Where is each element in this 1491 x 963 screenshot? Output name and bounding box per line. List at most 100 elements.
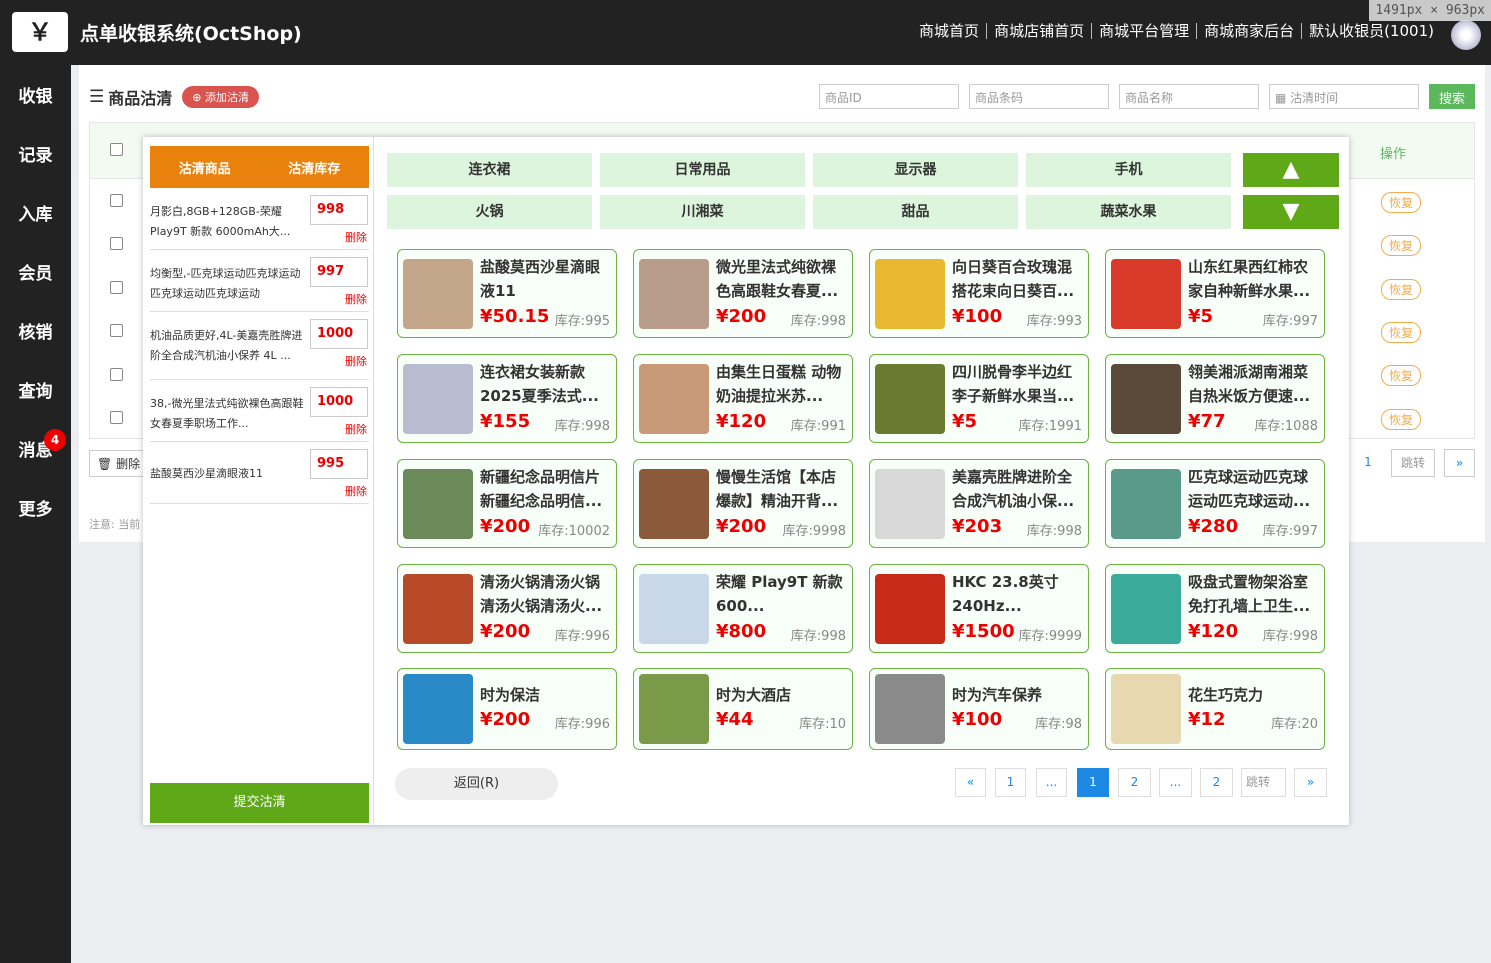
product-card[interactable]: 时为保洁 ¥200 库存:996 [397, 668, 617, 750]
category-tab-hotpot[interactable]: 火锅 [387, 195, 592, 229]
nav-cashier-user[interactable]: 默认收银员(1001) [1301, 23, 1441, 39]
item-qty-input[interactable]: 1000 [310, 387, 368, 417]
product-title: 时为汽车保养 [952, 686, 1043, 704]
page-button[interactable]: 1 [995, 768, 1026, 797]
product-card[interactable]: 荣耀 Play9T 新款 600... ¥800 库存:998 [633, 564, 853, 653]
category-tab-monitor[interactable]: 显示器 [813, 153, 1018, 187]
sidebar-item-records[interactable]: 记录 [0, 124, 71, 183]
restore-button[interactable]: 恢复 [1381, 279, 1422, 300]
panel-divider [373, 137, 374, 825]
select-all-checkbox[interactable] [110, 143, 123, 156]
item-delete-button[interactable]: 删除 [345, 229, 367, 245]
product-price: ¥5 [952, 411, 978, 432]
product-card[interactable]: 新疆纪念品明信片新疆纪念品明信... ¥200 库存:10002 [397, 459, 617, 548]
sidebar-item-messages[interactable]: 消息 4 [0, 419, 71, 478]
sidebar-item-more[interactable]: 更多 [0, 478, 71, 537]
product-title: 由集生日蛋糕 动物奶油提拉米苏... [716, 363, 842, 405]
back-button[interactable]: 返回(R) [395, 768, 558, 800]
page-next-button[interactable]: » [1444, 449, 1475, 477]
page-jump-input[interactable]: 跳转 [1391, 449, 1435, 477]
product-id-input[interactable]: 商品ID [818, 84, 959, 109]
item-qty-input[interactable]: 997 [310, 257, 368, 287]
item-qty-input[interactable]: 1000 [310, 319, 368, 349]
product-card[interactable]: 向日葵百合玫瑰混搭花束向日葵百... ¥100 库存:993 [869, 249, 1089, 338]
add-sellout-button[interactable]: ⊕ 添加沽清 [182, 86, 259, 108]
item-qty-input[interactable]: 998 [310, 195, 368, 225]
restore-button[interactable]: 恢复 [1381, 192, 1422, 213]
page-button[interactable]: 2 [1200, 768, 1233, 797]
item-qty-input[interactable]: 995 [310, 449, 368, 479]
product-stock: 库存:9998 [782, 524, 846, 539]
sellout-modal: 沽清商品 沽清库存 月影白,8GB+128GB-荣耀Play9T 新款 6000… [143, 137, 1349, 825]
sidebar-item-members[interactable]: 会员 [0, 242, 71, 301]
item-name: 月影白,8GB+128GB-荣耀Play9T 新款 6000mAh大... [150, 205, 291, 238]
product-card[interactable]: 微光里法式纯欲裸色高跟鞋女春夏... ¥200 库存:998 [633, 249, 853, 338]
page-jump-input[interactable]: 跳转 [1241, 768, 1286, 797]
row-checkbox[interactable] [110, 281, 123, 294]
page-first-button[interactable]: « [955, 768, 986, 797]
product-card[interactable]: 时为大酒店 ¥44 库存:10 [633, 668, 853, 750]
product-card[interactable]: HKC 23.8英寸 240Hz... ¥1500 库存:9999 [869, 564, 1089, 653]
product-card[interactable]: 时为汽车保养 ¥100 库存:98 [869, 668, 1089, 750]
product-card[interactable]: 花生巧克力 ¥12 库存:20 [1105, 668, 1325, 750]
nav-merchant-admin[interactable]: 商城商家后台 [1196, 23, 1301, 39]
sidebar-item-label: 入库 [18, 205, 53, 225]
product-card[interactable]: 清汤火锅清汤火锅清汤火锅清汤火... ¥200 库存:996 [397, 564, 617, 653]
product-image [639, 574, 709, 644]
category-tab-dessert[interactable]: 甜品 [813, 195, 1018, 229]
page-button[interactable]: 1 [1353, 449, 1383, 477]
submit-sellout-button[interactable]: 提交沽清 [150, 783, 369, 823]
row-checkbox[interactable] [110, 368, 123, 381]
page-current-button[interactable]: 1 [1077, 768, 1109, 797]
page-button[interactable]: 2 [1118, 768, 1151, 797]
restore-button[interactable]: 恢复 [1381, 322, 1422, 343]
product-card[interactable]: 山东红果西红柿农家自种新鲜水果... ¥5 库存:997 [1105, 249, 1325, 338]
nav-store-home[interactable]: 商城店铺首页 [986, 23, 1091, 39]
scroll-down-button[interactable]: ▼ [1243, 195, 1339, 229]
product-card[interactable]: 美嘉壳胜牌进阶全合成汽机油小保... ¥203 库存:998 [869, 459, 1089, 548]
nav-platform-admin[interactable]: 商城平台管理 [1091, 23, 1196, 39]
item-delete-button[interactable]: 删除 [345, 421, 367, 437]
item-delete-button[interactable]: 删除 [345, 291, 367, 307]
product-card[interactable]: 吸盘式置物架浴室免打孔墙上卫生... ¥120 库存:998 [1105, 564, 1325, 653]
scroll-up-button[interactable]: ▲ [1243, 153, 1339, 187]
product-title: 连衣裙女装新款2025夏季法式... [480, 363, 599, 405]
search-button[interactable]: 搜索 [1428, 84, 1475, 109]
product-card[interactable]: 慢慢生活馆【本店爆款】精油开背... ¥200 库存:9998 [633, 459, 853, 548]
product-card[interactable]: 四川脱骨李半边红李子新鲜水果当... ¥5 库存:1991 [869, 354, 1089, 443]
sidebar-item-verify[interactable]: 核销 [0, 301, 71, 360]
product-name-input[interactable]: 商品名称 [1118, 84, 1259, 109]
page-last-button[interactable]: » [1294, 768, 1327, 797]
product-card[interactable]: 匹克球运动匹克球运动匹克球运动... ¥280 库存:997 [1105, 459, 1325, 548]
product-card[interactable]: 翎美湘派湖南湘菜自热米饭方便速... ¥77 库存:1088 [1105, 354, 1325, 443]
bulk-delete-button[interactable]: 🗑 删除 [89, 450, 149, 477]
item-delete-button[interactable]: 删除 [345, 483, 367, 499]
row-checkbox[interactable] [110, 194, 123, 207]
product-card[interactable]: 由集生日蛋糕 动物奶油提拉米苏... ¥120 库存:991 [633, 354, 853, 443]
sidebar-item-label: 会员 [18, 264, 53, 284]
restore-button[interactable]: 恢复 [1381, 409, 1422, 430]
sellout-time-input[interactable]: ▦ 沽清时间 [1268, 84, 1419, 109]
nav-mall-home[interactable]: 商城首页 [912, 23, 986, 39]
category-tab-fruit[interactable]: 蔬菜水果 [1026, 195, 1231, 229]
sidebar-item-label: 更多 [18, 500, 53, 520]
category-tab-dress[interactable]: 连衣裙 [387, 153, 592, 187]
row-checkbox[interactable] [110, 237, 123, 250]
category-tab-phone[interactable]: 手机 [1026, 153, 1231, 187]
category-tab-sichuan[interactable]: 川湘菜 [600, 195, 805, 229]
sidebar-item-query[interactable]: 查询 [0, 360, 71, 419]
sidebar-item-cashier[interactable]: 收银 [0, 65, 71, 124]
product-card[interactable]: 盐酸莫西沙星滴眼液11 ¥50.15 库存:995 [397, 249, 617, 338]
restore-button[interactable]: 恢复 [1381, 365, 1422, 386]
barcode-input[interactable]: 商品条码 [968, 84, 1109, 109]
restore-button[interactable]: 恢复 [1381, 235, 1422, 256]
item-delete-button[interactable]: 删除 [345, 353, 367, 369]
row-checkbox[interactable] [110, 324, 123, 337]
product-title: 微光里法式纯欲裸色高跟鞋女春夏... [716, 258, 839, 300]
avatar[interactable] [1451, 20, 1481, 50]
product-image [403, 574, 473, 644]
sidebar-item-stock-in[interactable]: 入库 [0, 183, 71, 242]
row-checkbox[interactable] [110, 411, 123, 424]
category-tab-daily[interactable]: 日常用品 [600, 153, 805, 187]
product-card[interactable]: 连衣裙女装新款2025夏季法式... ¥155 库存:998 [397, 354, 617, 443]
